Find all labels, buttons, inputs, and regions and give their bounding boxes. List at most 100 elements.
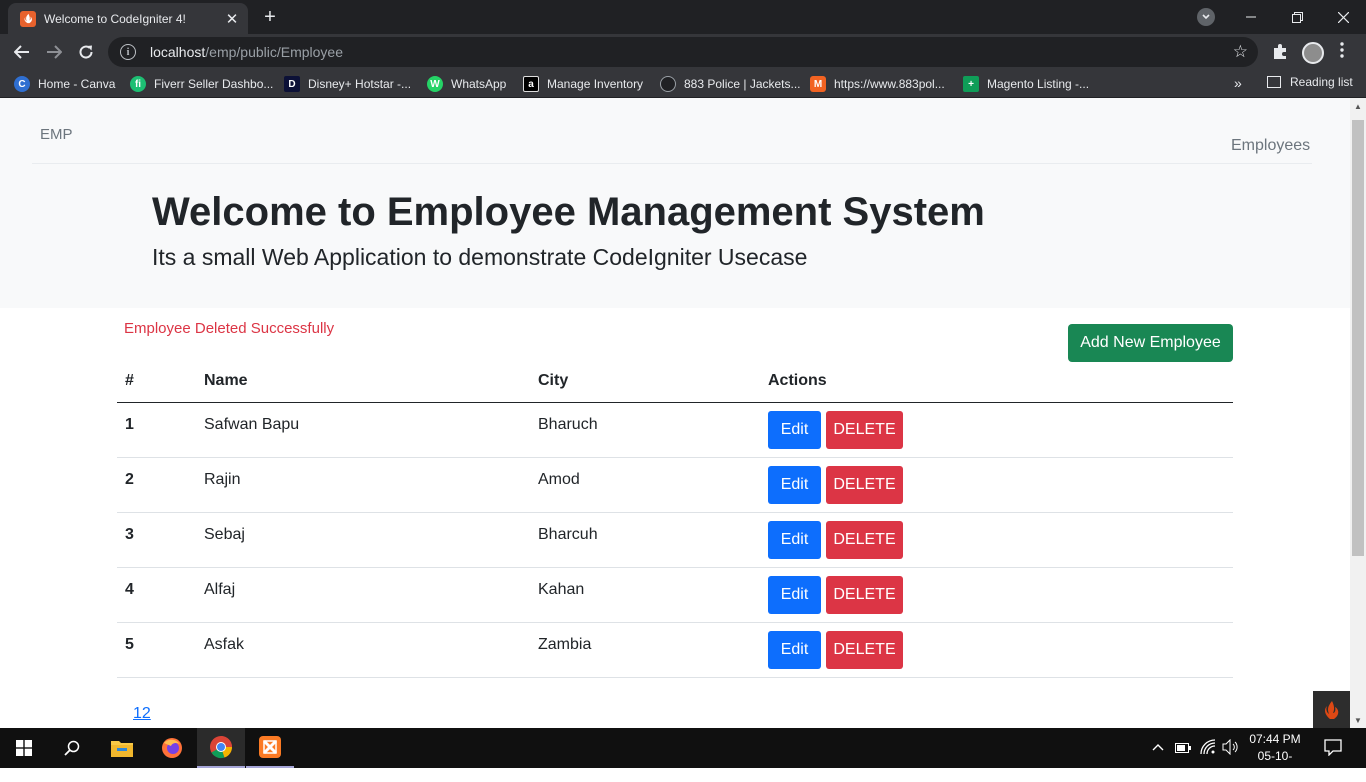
cell-name: Safwan Bapu bbox=[204, 416, 300, 433]
codeigniter-debug-toolbar-icon[interactable] bbox=[1313, 691, 1350, 728]
navbar-divider bbox=[32, 163, 1312, 164]
table-row: 2 Rajin Amod Edit DELETE bbox=[117, 458, 1233, 513]
table-row: 5 Asfak Zambia Edit DELETE bbox=[117, 623, 1233, 678]
wifi-icon[interactable] bbox=[1200, 739, 1216, 758]
reading-list-button[interactable]: Reading list bbox=[1267, 75, 1353, 89]
header-actions: Actions bbox=[768, 372, 827, 389]
navbar-brand[interactable]: EMP bbox=[40, 126, 73, 143]
cell-city: Bharuch bbox=[538, 416, 598, 433]
bookmark-home-canva[interactable]: C Home - Canva bbox=[14, 75, 115, 93]
browser-toolbar: i localhost/emp/public/Employee ☆ bbox=[0, 34, 1366, 70]
shield-icon bbox=[660, 76, 676, 92]
delete-button[interactable]: DELETE bbox=[826, 576, 903, 614]
delete-button[interactable]: DELETE bbox=[826, 521, 903, 559]
bookmark-hotstar[interactable]: D Disney+ Hotstar -... bbox=[284, 75, 411, 93]
hotstar-icon: D bbox=[284, 76, 300, 92]
edit-button[interactable]: Edit bbox=[768, 411, 821, 449]
nav-link-employees[interactable]: Employees bbox=[1231, 137, 1310, 155]
cell-num: 3 bbox=[125, 526, 134, 543]
page-title: Welcome to Employee Management System bbox=[152, 190, 985, 234]
delete-button[interactable]: DELETE bbox=[826, 466, 903, 504]
bookmarks-overflow-button[interactable]: » bbox=[1234, 75, 1242, 91]
header-num: # bbox=[125, 372, 134, 389]
edit-button[interactable]: Edit bbox=[768, 576, 821, 614]
bookmark-883pol-url[interactable]: M https://www.883pol... bbox=[810, 75, 945, 93]
cell-city: Amod bbox=[538, 471, 580, 488]
bookmark-label: Home - Canva bbox=[38, 77, 116, 91]
reload-icon[interactable] bbox=[73, 39, 99, 65]
back-arrow-icon[interactable] bbox=[9, 39, 35, 65]
extensions-puzzle-icon[interactable] bbox=[1271, 43, 1289, 61]
table-row: 1 Safwan Bapu Bharuch Edit DELETE bbox=[117, 403, 1233, 458]
table-row: 3 Sebaj Bharcuh Edit DELETE bbox=[117, 513, 1233, 568]
bookmark-label: Disney+ Hotstar -... bbox=[308, 77, 412, 91]
show-hidden-icons-chevron-icon[interactable] bbox=[1152, 740, 1164, 754]
minimize-icon[interactable] bbox=[1228, 0, 1274, 34]
xampp-icon[interactable] bbox=[246, 728, 294, 768]
taskbar-search-icon[interactable] bbox=[48, 728, 96, 768]
delete-button[interactable]: DELETE bbox=[826, 411, 903, 449]
chrome-icon[interactable] bbox=[197, 728, 245, 768]
cell-num: 5 bbox=[125, 636, 134, 653]
url-text: localhost/emp/public/Employee bbox=[150, 44, 343, 60]
cell-num: 4 bbox=[125, 581, 134, 598]
edit-button[interactable]: Edit bbox=[768, 521, 821, 559]
url-path: /emp/public/Employee bbox=[205, 44, 344, 60]
delete-button[interactable]: DELETE bbox=[826, 631, 903, 669]
system-clock[interactable]: 07:44 PM 05-10-2021 bbox=[1246, 731, 1304, 782]
cell-name: Asfak bbox=[204, 636, 245, 653]
clock-time: 07:44 PM bbox=[1249, 732, 1301, 746]
reading-list-label: Reading list bbox=[1290, 75, 1353, 89]
edit-button[interactable]: Edit bbox=[768, 466, 821, 504]
reading-list-icon bbox=[1267, 76, 1281, 88]
url-host: localhost bbox=[150, 44, 206, 60]
sheets-icon: + bbox=[963, 76, 979, 92]
volume-icon[interactable] bbox=[1222, 738, 1240, 758]
whatsapp-icon: W bbox=[427, 76, 443, 92]
bookmark-label: Fiverr Seller Dashbo... bbox=[154, 77, 274, 91]
bookmark-magento-listing[interactable]: + Magento Listing -... bbox=[963, 75, 1089, 93]
cell-name: Rajin bbox=[204, 471, 241, 488]
scroll-up-arrow-icon[interactable]: ▲ bbox=[1354, 102, 1362, 111]
page-scrollbar[interactable]: ▲ ▼ bbox=[1350, 98, 1366, 728]
scrollbar-thumb[interactable] bbox=[1352, 120, 1364, 556]
address-bar[interactable]: i localhost/emp/public/Employee ☆ bbox=[108, 37, 1258, 67]
browser-menu-icon[interactable] bbox=[1340, 42, 1350, 63]
bookmark-883-police[interactable]: 883 Police | Jackets... bbox=[660, 75, 801, 93]
cell-name: Sebaj bbox=[204, 526, 245, 543]
bookmark-star-icon[interactable]: ☆ bbox=[1233, 42, 1248, 62]
battery-icon[interactable] bbox=[1175, 742, 1191, 756]
tab-title: Welcome to CodeIgniter 4! bbox=[44, 11, 186, 26]
profile-avatar[interactable] bbox=[1302, 42, 1324, 64]
new-tab-button[interactable]: + bbox=[258, 6, 282, 28]
tab-search-icon[interactable] bbox=[1197, 8, 1215, 26]
magento-icon: M bbox=[810, 76, 826, 92]
bookmark-fiverr[interactable]: fi Fiverr Seller Dashbo... bbox=[130, 75, 273, 93]
tab-close-icon[interactable]: ✕ bbox=[222, 9, 242, 29]
bookmark-manage-inventory[interactable]: a Manage Inventory bbox=[523, 75, 643, 93]
edit-button[interactable]: Edit bbox=[768, 631, 821, 669]
hero-jumbotron: EMP Employees Welcome to Employee Manage… bbox=[0, 98, 1350, 308]
scroll-down-arrow-icon[interactable]: ▼ bbox=[1354, 716, 1362, 725]
firefox-icon[interactable] bbox=[148, 728, 196, 768]
file-explorer-icon[interactable] bbox=[98, 728, 146, 768]
windows-taskbar: 07:44 PM 05-10-2021 bbox=[0, 728, 1366, 780]
pagination-links[interactable]: 12 bbox=[133, 705, 151, 723]
bookmarks-bar: C Home - Canva fi Fiverr Seller Dashbo..… bbox=[0, 70, 1366, 98]
web-page: EMP Employees Welcome to Employee Manage… bbox=[0, 98, 1350, 728]
canva-icon: C bbox=[14, 76, 30, 92]
bookmark-whatsapp[interactable]: W WhatsApp bbox=[427, 75, 506, 93]
add-new-employee-button[interactable]: Add New Employee bbox=[1068, 324, 1233, 362]
close-window-icon[interactable] bbox=[1320, 0, 1366, 34]
browser-tab-strip: Welcome to CodeIgniter 4! ✕ + bbox=[0, 0, 1366, 34]
notifications-icon[interactable] bbox=[1324, 739, 1342, 759]
header-name: Name bbox=[204, 372, 248, 389]
header-city: City bbox=[538, 372, 569, 389]
restore-icon[interactable] bbox=[1274, 0, 1320, 34]
site-info-icon[interactable]: i bbox=[120, 44, 136, 60]
forward-arrow-icon[interactable] bbox=[41, 39, 67, 65]
windows-start-icon[interactable] bbox=[0, 728, 48, 768]
browser-tab[interactable]: Welcome to CodeIgniter 4! ✕ bbox=[8, 3, 248, 34]
cell-city: Kahan bbox=[538, 581, 585, 598]
fiverr-icon: fi bbox=[130, 76, 146, 92]
